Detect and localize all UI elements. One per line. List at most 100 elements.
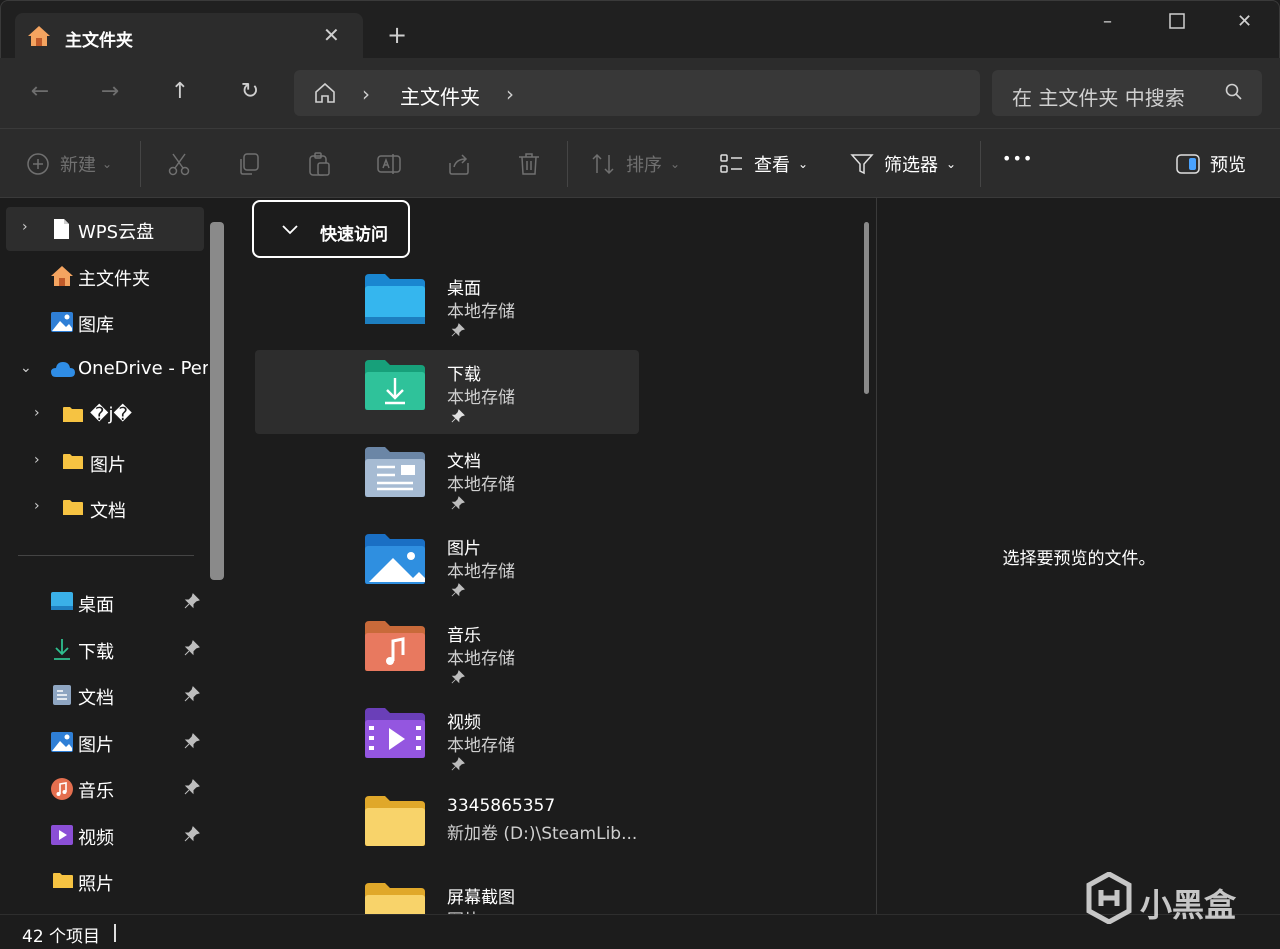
chevron-right-icon[interactable]: ›: [506, 82, 514, 106]
sidebar-item-folder[interactable]: › �j�: [6, 393, 204, 437]
breadcrumb[interactable]: 主文件夹: [400, 81, 480, 110]
more-options-button[interactable]: •••: [1002, 149, 1033, 168]
cut-icon[interactable]: [166, 151, 192, 177]
sidebar-item-label: 下载: [78, 642, 114, 663]
pictures-icon: [50, 731, 74, 758]
tile-location: 本地存储: [447, 649, 515, 669]
chevron-right-icon[interactable]: ›: [34, 405, 40, 421]
sort-button[interactable]: 排序 ⌄: [590, 151, 680, 177]
maximize-button[interactable]: [1169, 13, 1185, 33]
rename-icon[interactable]: [376, 151, 402, 177]
preview-pane: 选择要预览的文件。: [876, 198, 1280, 914]
quick-access-downloads[interactable]: 下载 本地存储: [255, 350, 639, 434]
tile-name: 音乐: [447, 626, 481, 646]
search-input[interactable]: 在 主文件夹 中搜索: [992, 70, 1262, 116]
address-bar[interactable]: › 主文件夹 ›: [294, 70, 980, 116]
view-button[interactable]: 查看 ⌄: [720, 151, 808, 177]
pin-icon[interactable]: [184, 686, 200, 707]
title-bar: 主文件夹 ✕ + – ✕: [0, 0, 1280, 59]
sidebar-item-wps-cloud[interactable]: › WPS云盘: [6, 207, 204, 251]
sidebar-item-label: 图片: [90, 455, 126, 476]
tab-home-folder[interactable]: 主文件夹 ✕: [15, 13, 363, 59]
pin-icon[interactable]: [184, 826, 200, 847]
chevron-right-icon[interactable]: ›: [34, 498, 40, 514]
folder-icon: [62, 453, 84, 475]
chevron-right-icon[interactable]: ›: [362, 82, 370, 106]
music-folder-icon: [363, 619, 427, 677]
sidebar-item-label: 照片: [78, 874, 114, 895]
sidebar-item-label: 文档: [78, 688, 114, 709]
sidebar-item-label: 图库: [78, 315, 114, 336]
pictures-folder-icon: [363, 532, 427, 590]
watermark-text: 小黑盒: [1140, 886, 1237, 924]
sort-icon: [592, 153, 614, 175]
sidebar-item-desktop[interactable]: 桌面: [6, 580, 204, 624]
gallery-icon: [50, 311, 74, 338]
folder-icon: [62, 406, 84, 428]
forward-button[interactable]: →: [98, 80, 122, 104]
sidebar-scrollbar[interactable]: [210, 222, 224, 580]
back-button[interactable]: ←: [28, 80, 52, 104]
preview-pane-button[interactable]: 预览: [1176, 151, 1246, 177]
group-label: 快速访问: [320, 225, 388, 245]
up-button[interactable]: ↑: [168, 80, 192, 104]
chevron-down-icon[interactable]: ⌄: [20, 360, 32, 376]
home-outline-icon[interactable]: [314, 82, 336, 108]
sidebar-item-label: 图片: [78, 735, 114, 756]
view-icon: [720, 154, 742, 173]
pin-icon: [451, 495, 465, 514]
command-bar: 新建 ⌄ 排序 ⌄ 查看 ⌄ 筛选器 ⌄ ••• 预览: [0, 128, 1280, 198]
minimize-button[interactable]: –: [1103, 13, 1112, 31]
paste-icon[interactable]: [306, 151, 332, 177]
new-tab-button[interactable]: +: [387, 23, 407, 47]
close-window-button[interactable]: ✕: [1237, 13, 1252, 31]
quick-access-steam-folder[interactable]: 3345865357 新加卷 (D:)\SteamLib...: [255, 786, 639, 870]
preview-pane-icon: [1176, 154, 1200, 174]
sidebar-item-documents-folder[interactable]: › 文档: [6, 486, 204, 530]
tile-location: 本地存储: [447, 562, 515, 582]
chevron-right-icon[interactable]: ›: [22, 219, 28, 235]
quick-access-group-header[interactable]: 快速访问: [252, 200, 410, 258]
pin-icon: [451, 322, 465, 341]
quick-access-screenshots[interactable]: 屏幕截图 图片: [255, 873, 639, 914]
sidebar-item-documents[interactable]: 文档: [6, 673, 204, 717]
downloads-folder-icon: [363, 358, 427, 416]
tile-name: 下载: [447, 365, 481, 385]
tile-name: 桌面: [447, 279, 481, 299]
folder-icon: [363, 794, 427, 852]
sidebar-item-photos[interactable]: 照片: [6, 859, 204, 903]
quick-access-documents[interactable]: 文档 本地存储: [255, 437, 639, 521]
pin-icon[interactable]: [184, 779, 200, 800]
sidebar-item-music[interactable]: 音乐: [6, 766, 204, 810]
quick-access-desktop[interactable]: 桌面 本地存储: [255, 264, 639, 348]
sidebar-item-downloads[interactable]: 下载: [6, 627, 204, 671]
tab-close-icon[interactable]: ✕: [323, 25, 340, 45]
tile-name: 文档: [447, 452, 481, 472]
copy-icon[interactable]: [236, 151, 262, 177]
sidebar-item-pictures-folder[interactable]: › 图片: [6, 440, 204, 484]
refresh-button[interactable]: ↻: [238, 80, 262, 104]
content-scrollbar[interactable]: [864, 222, 869, 394]
delete-icon[interactable]: [516, 151, 542, 177]
sidebar-item-onedrive[interactable]: ⌄ OneDrive - Pers: [6, 347, 208, 391]
share-icon[interactable]: [446, 151, 472, 177]
divider: [18, 555, 194, 556]
sidebar-item-videos[interactable]: 视频: [6, 813, 204, 857]
documents-icon: [52, 684, 72, 711]
quick-access-music[interactable]: 音乐 本地存储: [255, 611, 639, 695]
filter-button[interactable]: 筛选器 ⌄: [850, 151, 956, 177]
sidebar-item-home[interactable]: 主文件夹: [6, 254, 204, 298]
pin-icon[interactable]: [184, 640, 200, 661]
new-button[interactable]: 新建 ⌄: [26, 151, 112, 177]
quick-access-videos[interactable]: 视频 本地存储: [255, 698, 639, 782]
sidebar-item-pictures[interactable]: 图片: [6, 720, 204, 764]
desktop-folder-icon: [363, 272, 427, 330]
pin-icon[interactable]: [184, 593, 200, 614]
item-count: 42 个项目: [22, 927, 101, 947]
tile-name: 图片: [447, 539, 481, 559]
pin-icon[interactable]: [184, 733, 200, 754]
sidebar-item-gallery[interactable]: 图库: [6, 300, 204, 344]
quick-access-pictures[interactable]: 图片 本地存储: [255, 524, 639, 608]
chevron-right-icon[interactable]: ›: [34, 452, 40, 468]
sidebar-item-label: 文档: [90, 501, 126, 522]
